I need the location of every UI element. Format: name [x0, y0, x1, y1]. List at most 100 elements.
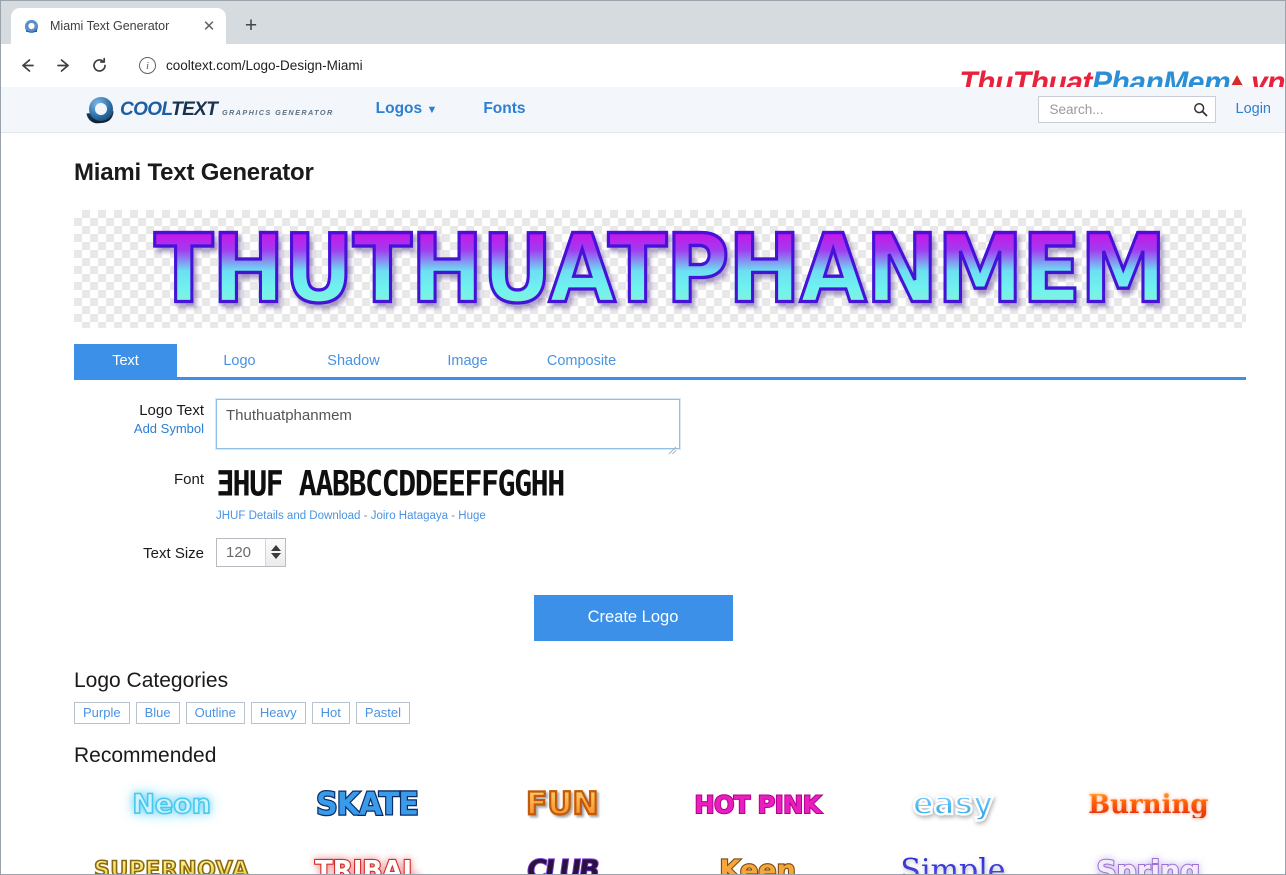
brand-tagline: GRAPHICS GENERATOR: [221, 107, 334, 117]
browser-window: Miami Text Generator ✕ + i cooltext.com/…: [0, 0, 1286, 875]
browser-tab-title: Miami Text Generator: [50, 19, 170, 34]
category-chip-purple[interactable]: Purple: [74, 701, 130, 724]
category-chip-pastel[interactable]: Pastel: [355, 701, 411, 724]
editor-tabs: Text Logo Shadow Image Composite: [74, 343, 1246, 380]
close-icon[interactable]: ✕: [200, 17, 218, 35]
recommended-label: HOT PINK: [693, 790, 822, 819]
logo-text-label-group: Logo Text Add Symbol: [74, 399, 216, 436]
recommended-label: SUPERNOVA: [93, 859, 249, 874]
logo-text-label: Logo Text: [139, 401, 204, 419]
forward-arrow-icon[interactable]: [47, 50, 79, 82]
brand-cool-text: COOL: [120, 98, 172, 120]
recommended-label: FUN: [525, 786, 600, 823]
text-size-value[interactable]: 120: [217, 539, 265, 566]
recommended-label: CLUB: [524, 855, 601, 874]
recommended-grid: Neon SKATE FUN HOT PINK easy Burning SUP…: [74, 774, 1246, 874]
text-size-stepper[interactable]: 120: [216, 537, 286, 567]
editor-form: Logo Text Add Symbol Font: [74, 397, 1246, 641]
reload-icon[interactable]: [83, 50, 115, 82]
font-size-link[interactable]: Huge: [458, 510, 486, 522]
login-link[interactable]: Login: [1236, 101, 1271, 117]
recommended-item-neon[interactable]: Neon: [74, 774, 269, 836]
site-nav: Logos ▼ Fonts: [376, 100, 572, 118]
page-viewport: COOLTEXT GRAPHICS GENERATOR Logos ▼ Font…: [1, 86, 1285, 874]
brand-wordmark: COOLTEXT GRAPHICS GENERATOR: [120, 100, 334, 119]
browser-tab[interactable]: Miami Text Generator ✕: [11, 8, 226, 45]
font-sample-group: ƎHUF AABBCCDDEEFFGGHH JHUF Details and D…: [216, 464, 565, 522]
category-chip-blue[interactable]: Blue: [135, 701, 180, 724]
font-link-sep-2: -: [448, 509, 459, 522]
text-size-label: Text Size: [143, 545, 204, 563]
nav-item-logos-label: Logos: [375, 100, 423, 118]
logo-text-input[interactable]: [215, 397, 681, 450]
recommended-item-skate[interactable]: SKATE: [269, 774, 464, 836]
font-row: Font ƎHUF AABBCCDDEEFFGGHH JHUF Details …: [74, 464, 1246, 522]
back-arrow-icon[interactable]: [11, 50, 43, 82]
recommended-label: Neon: [132, 789, 212, 821]
recommended-label: Spring: [1096, 853, 1202, 874]
logo-categories-title: Logo Categories: [74, 668, 229, 692]
site-header-right: Login: [1037, 95, 1271, 123]
font-link-sep-1: -: [360, 509, 371, 522]
font-details-link[interactable]: JHUF Details and Download: [216, 510, 360, 522]
category-chip-heavy[interactable]: Heavy: [250, 701, 306, 724]
nav-item-logos[interactable]: Logos ▼: [376, 100, 438, 118]
font-author-link[interactable]: Joiro Hatagaya: [371, 510, 448, 522]
create-logo-button[interactable]: Create Logo: [533, 594, 733, 641]
logo-preview-text: THUTHUATPHANMEM: [153, 214, 1168, 324]
logo-text-row: Logo Text Add Symbol: [74, 397, 1246, 455]
browser-tabstrip: Miami Text Generator ✕ +: [1, 1, 1285, 45]
brand-text-text: TEXT: [171, 98, 218, 120]
new-tab-button[interactable]: +: [236, 11, 266, 41]
chevron-down-icon: ▼: [426, 104, 438, 117]
tab-composite[interactable]: Composite: [530, 344, 633, 377]
recommended-label: Burning: [1088, 789, 1209, 820]
site-header: COOLTEXT GRAPHICS GENERATOR Logos ▼ Font…: [1, 86, 1285, 133]
info-circle-icon[interactable]: i: [139, 57, 156, 75]
recommended-label: easy: [911, 786, 994, 823]
font-label: Font: [173, 470, 204, 488]
browser-toolbar: i cooltext.com/Logo-Design-Miami ThuThua…: [1, 44, 1285, 99]
recommended-item-spring[interactable]: Spring: [1051, 840, 1246, 874]
brand-mark-icon: [86, 96, 117, 125]
add-symbol-link[interactable]: Add Symbol: [74, 421, 204, 436]
search-box[interactable]: [1037, 95, 1216, 123]
tab-image[interactable]: Image: [416, 344, 519, 377]
tab-shadow[interactable]: Shadow: [302, 344, 405, 377]
text-size-row: Text Size 120: [74, 537, 1246, 567]
search-icon[interactable]: [1193, 102, 1208, 117]
font-sample-text: ƎHUF AABBCCDDEEFFGGHH: [216, 464, 565, 505]
category-chip-hot[interactable]: Hot: [311, 701, 350, 724]
recommended-title: Recommended: [74, 743, 217, 767]
nav-item-fonts-label: Fonts: [483, 100, 526, 118]
tab-logo[interactable]: Logo: [188, 344, 291, 377]
recommended-label: SKATE: [315, 786, 420, 823]
recommended-label: Keen: [718, 855, 797, 874]
recommended-item-easy[interactable]: easy: [855, 774, 1050, 836]
nav-item-fonts[interactable]: Fonts: [483, 100, 525, 118]
tab-text[interactable]: Text: [74, 343, 177, 377]
recommended-item-supernova[interactable]: SUPERNOVA: [74, 840, 269, 874]
recommended-item-club[interactable]: CLUB: [465, 840, 660, 874]
cooltext-logo-icon[interactable]: COOLTEXT GRAPHICS GENERATOR: [86, 96, 334, 125]
logo-text-field-wrap: [215, 397, 681, 455]
spinner-up-icon[interactable]: [270, 545, 281, 552]
font-links: JHUF Details and Download - Joiro Hataga…: [216, 510, 564, 522]
recommended-item-keen[interactable]: Keen: [660, 840, 855, 874]
recommended-item-hot-pink[interactable]: HOT PINK: [660, 774, 855, 836]
category-chip-outline[interactable]: Outline: [185, 701, 245, 724]
recommended-item-fun[interactable]: FUN: [465, 774, 660, 836]
address-bar-url: cooltext.com/Logo-Design-Miami: [166, 58, 363, 74]
recommended-item-simple[interactable]: Simple: [855, 840, 1050, 874]
logo-preview[interactable]: THUTHUATPHANMEM: [74, 209, 1246, 328]
page-title: Miami Text Generator: [74, 158, 314, 186]
recommended-item-burning[interactable]: Burning: [1051, 774, 1246, 836]
spinner-down-icon[interactable]: [270, 553, 281, 560]
recommended-item-tribal[interactable]: TRIBAL: [269, 840, 464, 874]
search-input[interactable]: [1047, 100, 1193, 118]
recommended-label: TRIBAL: [314, 855, 420, 874]
cooltext-favicon-icon: [23, 18, 40, 35]
create-logo-row: Create Logo: [74, 594, 1192, 641]
stepper-buttons: [265, 538, 285, 566]
recommended-label: Simple: [900, 855, 1005, 874]
